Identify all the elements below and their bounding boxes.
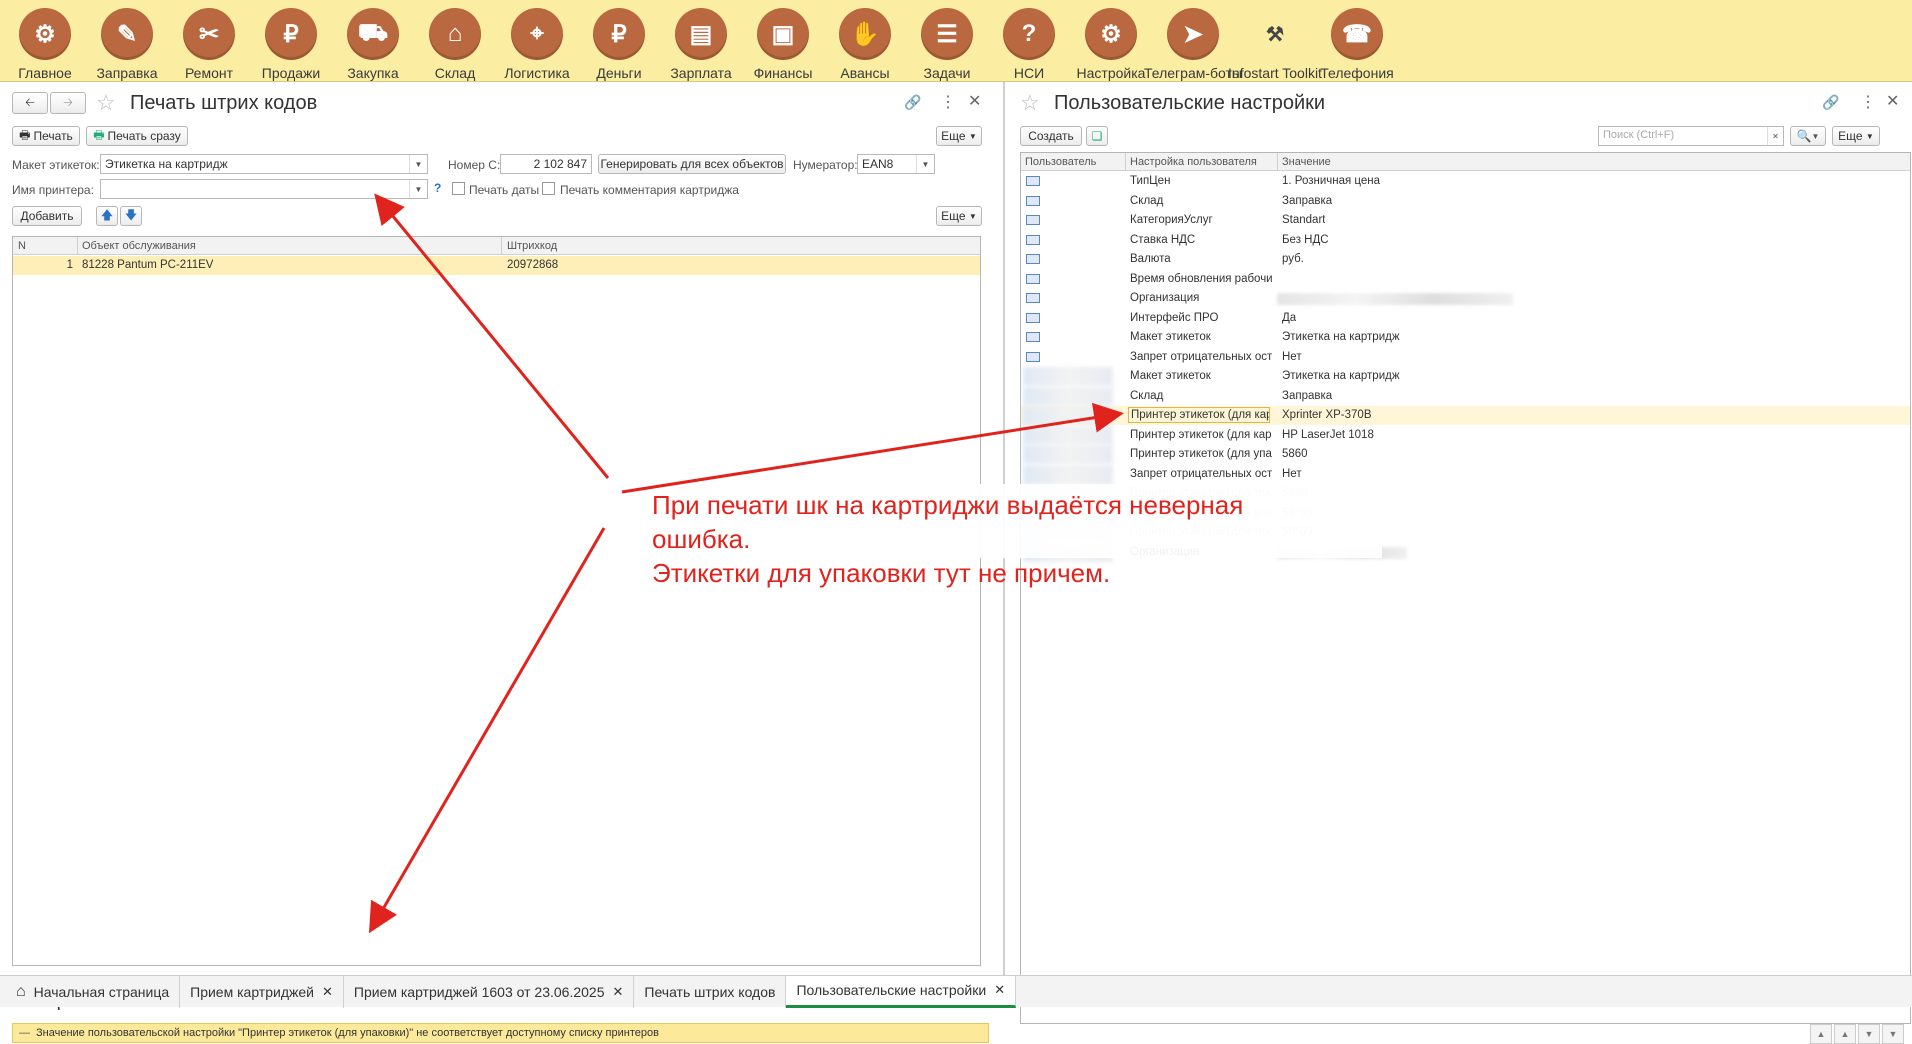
home-icon: ⌂ — [16, 983, 26, 1001]
arrow-to-printer-field — [378, 198, 608, 478]
open-windows-bar: ⌂Начальная страницаПрием картриджей✕Прие… — [0, 975, 1912, 1007]
message-item[interactable]: —Значение пользовательской настройки "Пр… — [12, 1023, 989, 1043]
dash-icon: — — [19, 1027, 30, 1039]
close-tab-icon[interactable]: ✕ — [322, 984, 333, 1000]
tab-label: Прием картриджей 1603 от 23.06.2025 — [354, 984, 605, 1000]
close-tab-icon[interactable]: ✕ — [994, 982, 1005, 998]
window-tab[interactable]: Прием картриджей 1603 от 23.06.2025 ✕ — [344, 976, 635, 1008]
close-tab-icon[interactable]: ✕ — [612, 984, 623, 1000]
window-tab[interactable]: Пользовательские настройки ✕ — [786, 976, 1016, 1008]
scroll-top-button[interactable]: ▲ — [1810, 1024, 1832, 1044]
arrow-to-message — [372, 528, 604, 928]
scroll-bottom-button[interactable]: ▼ — [1882, 1024, 1904, 1044]
window-tab[interactable]: Прием картриджей ✕ — [180, 976, 344, 1008]
scroll-up-button[interactable]: ▲ — [1834, 1024, 1856, 1044]
tab-label: Начальная страница — [34, 984, 169, 1000]
tab-label: Печать штрих кодов — [644, 984, 775, 1000]
window-tab[interactable]: ⌂ Начальная страница — [6, 976, 180, 1008]
annotation-arrows — [0, 0, 1912, 1007]
tab-label: Пользовательские настройки — [796, 982, 986, 998]
tab-label: Прием картриджей — [190, 984, 314, 1000]
arrow-to-printer-setting — [622, 414, 1118, 492]
scroll-down-button[interactable]: ▼ — [1858, 1024, 1880, 1044]
window-tab[interactable]: Печать штрих кодов — [634, 976, 786, 1008]
